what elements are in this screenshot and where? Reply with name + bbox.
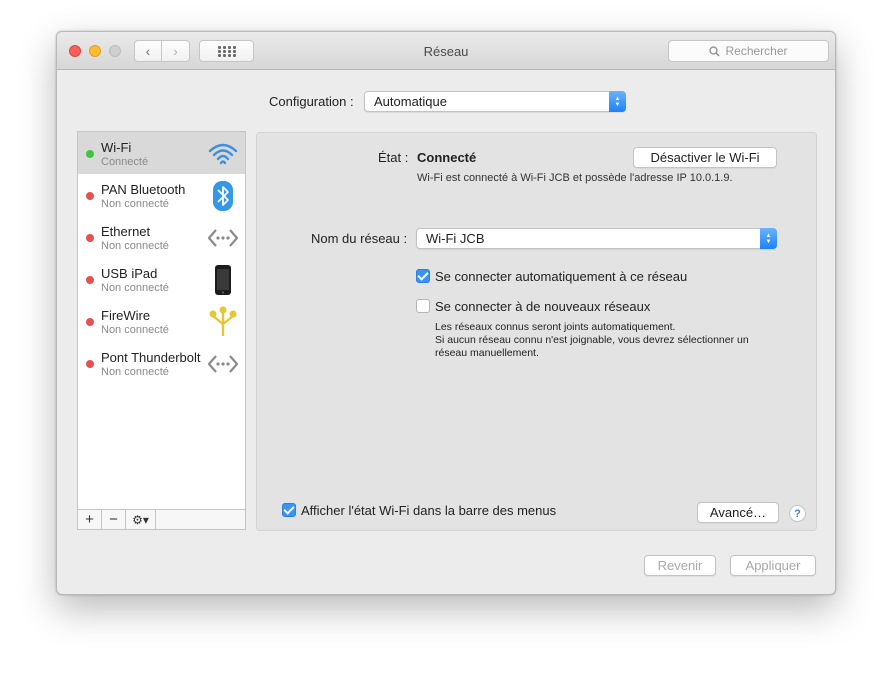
ask-new-networks-checkbox[interactable] [416,299,430,313]
status-dot [86,318,94,326]
network-name-label: Nom du réseau : [311,231,408,246]
service-status: Non connecté [101,198,169,210]
status-dot [86,150,94,158]
service-name: FireWire [101,308,151,323]
search-icon [709,45,720,56]
advanced-button[interactable]: Avancé… [697,502,779,523]
ethernet-icon [207,229,239,247]
configuration-value: Automatique [374,94,447,109]
service-status: Non connecté [101,240,169,252]
auto-join-checkbox[interactable] [416,269,430,283]
status-dot [86,360,94,368]
service-status: Non connecté [101,324,169,336]
auto-join-label[interactable]: Se connecter automatiquement à ce réseau [435,269,687,284]
search-placeholder: Rechercher [725,44,788,58]
wifi-icon [208,143,238,165]
note-line: Si aucun réseau connu n'est joignable, v… [435,334,749,346]
service-status: Non connecté [101,366,169,378]
revert-button[interactable]: Revenir [644,555,716,576]
note-line: réseau manuellement. [435,347,539,359]
show-wifi-menu-label[interactable]: Afficher l'état Wi-Fi dans la barre des … [301,503,556,518]
configuration-select[interactable]: Automatique ▲ ▼ [364,91,626,112]
service-name: USB iPad [101,266,158,281]
gear-icon: ⚙▾ [132,512,149,527]
show-wifi-menu-checkbox[interactable] [282,503,296,517]
disable-wifi-button[interactable]: Désactiver le Wi-Fi [633,147,777,168]
service-item-pan-bluetooth[interactable]: PAN Bluetooth Non connecté [78,174,245,216]
service-item-usb-ipad[interactable]: USB iPad Non connecté [78,258,245,300]
service-item-ethernet[interactable]: Ethernet Non connecté [78,216,245,258]
ask-new-networks-label[interactable]: Se connecter à de nouveaux réseaux [435,299,650,314]
action-menu-button[interactable]: ⚙▾ [126,510,156,529]
bluetooth-icon [213,181,233,211]
updown-arrows-icon: ▲ ▼ [609,91,626,112]
service-name: PAN Bluetooth [101,182,186,197]
service-name: Pont Thunderbolt [101,350,201,365]
service-name: Wi-Fi [101,140,132,155]
status-dot [86,192,94,200]
minus-icon: − [109,511,118,528]
updown-arrows-icon: ▲ ▼ [760,228,777,249]
search-field[interactable]: Rechercher [668,40,829,62]
service-item-wifi[interactable]: Wi-Fi Connecté [78,132,245,174]
network-name-value: Wi-Fi JCB [426,231,485,246]
title-bar: ‹ › Réseau Rechercher [57,32,835,70]
network-preferences-window: ‹ › Réseau Rechercher Configuration : Au… [56,31,836,595]
firewire-icon [209,306,237,336]
configuration-label: Configuration : [269,94,354,109]
service-detail-panel: État : Connecté Désactiver le Wi-Fi Wi-F… [256,132,817,531]
remove-service-button[interactable]: − [102,510,126,529]
service-name: Ethernet [101,224,151,239]
service-item-firewire[interactable]: FireWire Non connecté [78,300,245,342]
service-item-thunderbolt-bridge[interactable]: Pont Thunderbolt Non connecté [78,342,245,384]
ask-new-networks-note: Les réseaux connus seront joints automat… [435,321,749,360]
note-line: Les réseaux connus seront joints automat… [435,321,676,333]
status-value: Connecté [417,150,477,165]
service-status: Non connecté [101,282,169,294]
service-status: Connecté [101,156,149,168]
help-button[interactable]: ? [789,505,806,522]
status-dot [86,234,94,242]
status-label: État : [378,150,409,165]
service-list: Wi-Fi Connecté PAN Bluetooth Non connect… [77,131,246,530]
network-name-select[interactable]: Wi-Fi JCB ▲ ▼ [416,228,777,249]
thunderbolt-bridge-icon [207,355,239,373]
status-dot [86,276,94,284]
service-list-toolbar: + − ⚙▾ [78,509,245,529]
add-service-button[interactable]: + [78,510,102,529]
plus-icon: + [85,511,94,528]
ipad-icon [215,265,231,295]
apply-button[interactable]: Appliquer [730,555,816,576]
status-description: Wi-Fi est connecté à Wi-Fi JCB et possèd… [417,172,733,184]
